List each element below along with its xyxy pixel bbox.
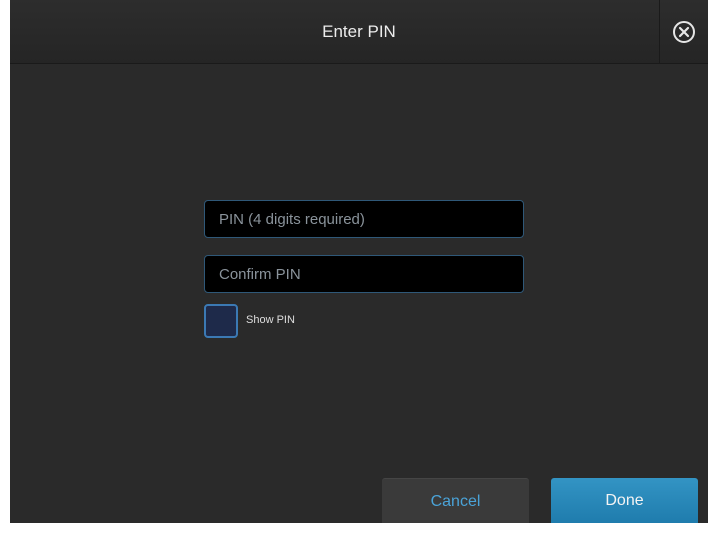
pin-dialog: Enter PIN Show PIN Cancel Done <box>10 0 708 523</box>
close-button[interactable] <box>659 0 708 64</box>
dialog-titlebar: Enter PIN <box>10 0 708 64</box>
pin-input[interactable] <box>204 200 524 238</box>
close-icon <box>673 21 695 43</box>
show-pin-label: Show PIN <box>246 314 295 326</box>
show-pin-checkbox[interactable] <box>204 304 238 338</box>
dialog-title: Enter PIN <box>322 22 396 41</box>
done-button[interactable]: Done <box>551 478 698 523</box>
cancel-button[interactable]: Cancel <box>382 478 529 523</box>
confirm-pin-input[interactable] <box>204 255 524 293</box>
